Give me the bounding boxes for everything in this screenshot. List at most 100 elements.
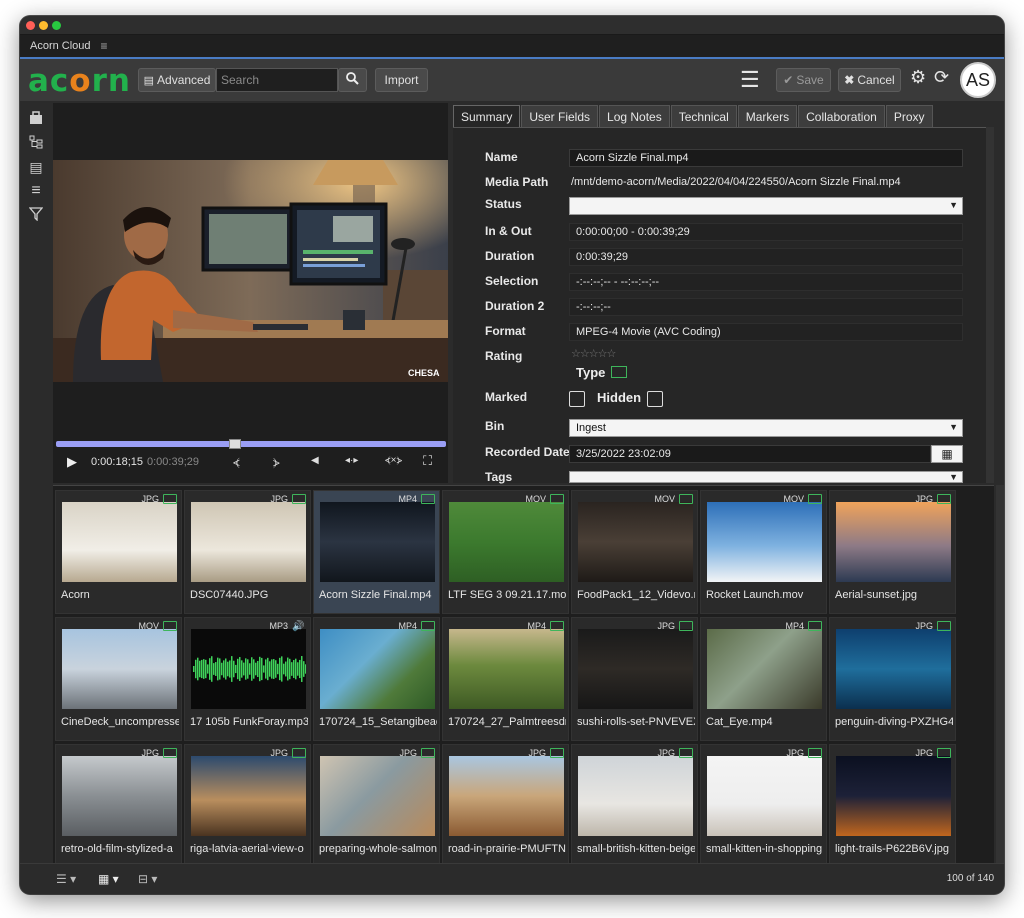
details-list-icon[interactable]: ▤ <box>28 159 44 175</box>
advanced-search-button[interactable]: ▤ Advanced <box>138 68 216 92</box>
asset-tile[interactable]: MOV CineDeck_uncompressed <box>55 617 182 741</box>
tab-markers[interactable]: Markers <box>737 105 798 127</box>
filmstrip-view-toggle-icon[interactable]: ⊟ ▾ <box>138 872 157 886</box>
asset-thumbnail[interactable] <box>449 502 564 582</box>
asset-thumbnail[interactable] <box>836 756 951 836</box>
name-field[interactable]: Acorn Sizzle Final.mp4 <box>569 149 963 167</box>
asset-tile[interactable]: MOV FoodPack1_12_Videvo.mov <box>571 490 698 614</box>
asset-name: riga-latvia-aerial-view-o <box>190 843 304 855</box>
bin-select[interactable]: Ingest ▼ <box>569 419 963 437</box>
search-button[interactable] <box>338 68 367 92</box>
search-input[interactable] <box>216 68 338 92</box>
tab-technical[interactable]: Technical <box>670 105 737 127</box>
asset-tile[interactable]: MP4 Cat_Eye.mp4 <box>700 617 827 741</box>
scrub-handle[interactable] <box>229 439 242 449</box>
asset-tile[interactable]: MP4 170724_27_Palmtreesdrone <box>442 617 569 741</box>
asset-tile[interactable]: MP4 Acorn Sizzle Final.mp4 <box>313 490 440 614</box>
app-name[interactable]: Acorn Cloud <box>30 40 91 52</box>
asset-tile[interactable]: JPG small-kitten-in-shopping <box>700 744 827 868</box>
hidden-checkbox[interactable] <box>647 391 663 407</box>
mark-out-icon[interactable]: ⦔ <box>273 455 280 470</box>
tags-select[interactable]: ▼ <box>569 471 963 483</box>
asset-tile[interactable]: JPG Aerial-sunset.jpg <box>829 490 956 614</box>
hierarchy-icon[interactable] <box>28 135 44 151</box>
asset-thumbnail[interactable] <box>578 629 693 709</box>
asset-thumbnail[interactable] <box>449 629 564 709</box>
asset-tile[interactable]: JPG road-in-prairie-PMUFTN <box>442 744 569 868</box>
details-scrollbar[interactable] <box>986 127 994 483</box>
asset-tile[interactable]: JPG penguin-diving-PXZHG4 <box>829 617 956 741</box>
recorded-date-field[interactable]: 3/25/2022 23:02:09 <box>569 445 931 463</box>
asset-thumbnail[interactable] <box>62 502 177 582</box>
asset-tile[interactable]: JPG small-british-kitten-beige <box>571 744 698 868</box>
cancel-button[interactable]: ✖ Cancel <box>838 68 901 92</box>
asset-thumbnail[interactable] <box>449 756 564 836</box>
import-button[interactable]: Import <box>375 68 428 92</box>
asset-count: 100 of 140 <box>946 873 994 884</box>
list-view-icon[interactable]: ≡ <box>28 183 44 199</box>
rating-stars[interactable]: ☆☆☆☆☆ <box>571 347 616 360</box>
asset-thumbnail[interactable] <box>191 629 306 709</box>
refresh-icon[interactable]: ⟳ <box>934 67 949 88</box>
file-type-badge: JPG <box>528 748 546 758</box>
list-view-toggle-icon[interactable]: ☰ ▾ <box>56 872 76 886</box>
minimize-window-button[interactable] <box>39 21 48 30</box>
asset-tile[interactable]: JPG retro-old-film-stylized-a <box>55 744 182 868</box>
gear-icon[interactable]: ⚙ <box>910 67 926 88</box>
asset-tile[interactable]: MOV LTF SEG 3 09.21.17.mov <box>442 490 569 614</box>
asset-thumbnail[interactable] <box>191 502 306 582</box>
asset-thumbnail[interactable] <box>191 756 306 836</box>
asset-thumbnail[interactable] <box>707 502 822 582</box>
scrub-bar[interactable] <box>56 441 446 447</box>
marked-checkbox[interactable] <box>569 391 585 407</box>
acorn-logo[interactable]: acorn <box>28 63 131 99</box>
asset-tile[interactable]: JPG riga-latvia-aerial-view-o <box>184 744 311 868</box>
asset-name: retro-old-film-stylized-a <box>61 843 173 855</box>
asset-thumbnail[interactable] <box>62 629 177 709</box>
asset-tile[interactable]: JPG DSC07440.JPG <box>184 490 311 614</box>
save-button[interactable]: ✔ Save <box>776 68 831 92</box>
tab-summary[interactable]: Summary <box>453 105 521 127</box>
asset-thumbnail[interactable] <box>320 629 435 709</box>
fullscreen-icon[interactable]: ⛶ <box>423 453 432 469</box>
asset-thumbnail[interactable] <box>836 629 951 709</box>
asset-thumbnail[interactable] <box>707 629 822 709</box>
tab-user-fields[interactable]: User Fields <box>521 105 599 127</box>
left-sidebar: ▤ ≡ <box>20 103 52 863</box>
calendar-icon[interactable]: ▦ <box>931 445 963 463</box>
tab-collaboration[interactable]: Collaboration <box>798 105 885 127</box>
grid-scrollbar[interactable] <box>996 485 1004 863</box>
asset-tile[interactable]: JPG light-trails-P622B6V.jpg <box>829 744 956 868</box>
asset-tile[interactable]: MP4 170724_15_Setangibeach <box>313 617 440 741</box>
avatar[interactable]: AS <box>960 62 996 98</box>
close-window-button[interactable] <box>26 21 35 30</box>
asset-tile[interactable]: JPG preparing-whole-salmon <box>313 744 440 868</box>
hamburger-menu-icon[interactable]: ☰ <box>740 67 760 93</box>
mark-in-icon[interactable]: ⦓ <box>233 455 240 470</box>
asset-thumbnail[interactable] <box>320 502 435 582</box>
go-to-in-icon[interactable]: ◂·▸ <box>345 455 358 466</box>
asset-tile[interactable]: JPG sushi-rolls-set-PNVEVEX <box>571 617 698 741</box>
asset-thumbnail[interactable] <box>62 756 177 836</box>
asset-tile[interactable]: MP3 🔊 17 105b FunkForay.mp3 <box>184 617 311 741</box>
play-icon[interactable]: ▶ <box>67 454 77 470</box>
asset-thumbnail[interactable] <box>836 502 951 582</box>
tab-log-notes[interactable]: Log Notes <box>599 105 670 127</box>
grid-view-toggle-icon[interactable]: ▦ ▾ <box>98 872 119 886</box>
hamburger-icon[interactable]: ≡ <box>101 39 108 53</box>
rating-label: Rating <box>485 349 523 363</box>
step-back-icon[interactable]: ◀ <box>311 455 319 466</box>
zoom-window-button[interactable] <box>52 21 61 30</box>
tab-proxy[interactable]: Proxy <box>885 105 933 127</box>
bag-icon[interactable] <box>28 111 44 127</box>
asset-thumbnail[interactable] <box>578 756 693 836</box>
asset-thumbnail[interactable] <box>320 756 435 836</box>
clear-marks-icon[interactable]: ⦓×⦔ <box>385 455 402 466</box>
asset-tile[interactable]: JPG Acorn <box>55 490 182 614</box>
asset-thumbnail[interactable] <box>707 756 822 836</box>
status-select[interactable]: ▼ <box>569 197 963 215</box>
asset-tile[interactable]: MOV Rocket Launch.mov <box>700 490 827 614</box>
filter-icon[interactable] <box>28 207 44 223</box>
video-frame[interactable]: CHESA <box>53 160 448 382</box>
asset-thumbnail[interactable] <box>578 502 693 582</box>
